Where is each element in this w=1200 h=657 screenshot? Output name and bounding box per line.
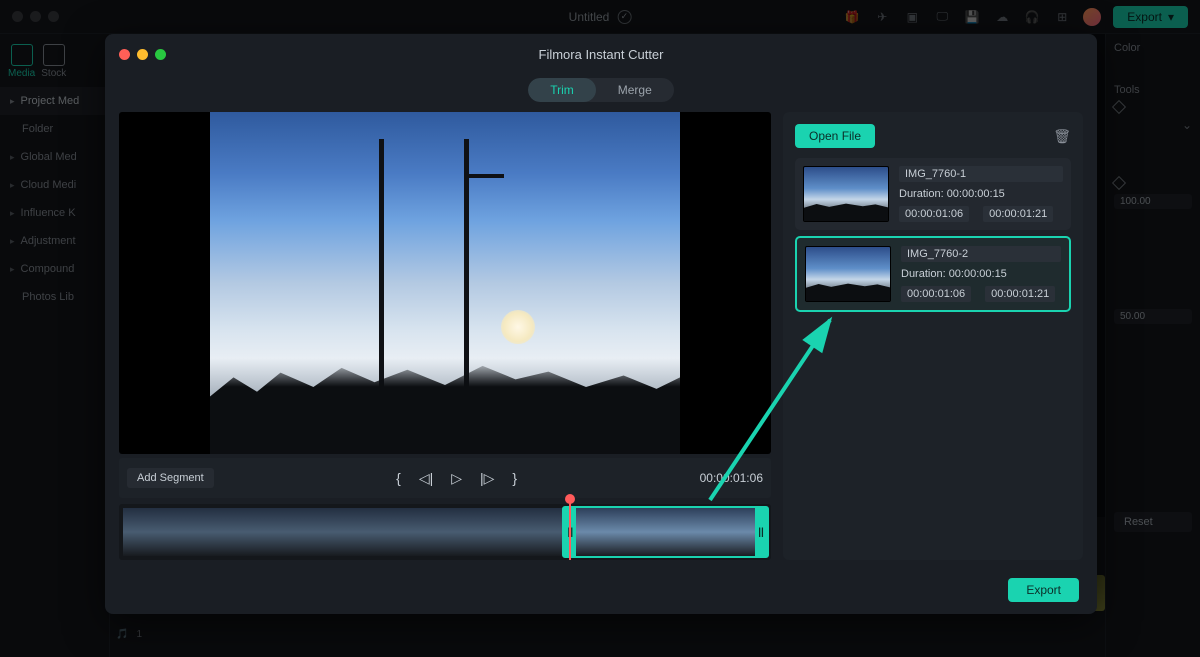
clip-duration: Duration: 00:00:00:15 [899,188,1063,200]
clip-in: 00:00:01:06 [899,206,969,222]
clip-out: 00:00:01:21 [983,206,1053,222]
clip-duration: Duration: 00:00:00:15 [901,268,1061,280]
modal-export-button[interactable]: Export [1008,578,1079,602]
add-segment-button[interactable]: Add Segment [127,468,214,488]
modal-title: Filmora Instant Cutter [539,47,664,62]
trash-icon[interactable]: 🗑 [1053,128,1071,145]
tab-trim[interactable]: Trim [528,78,596,102]
modal-window-controls[interactable] [119,49,166,60]
clip-name: IMG_7760-1 [899,166,1063,182]
clip-thumbnail [805,246,891,302]
clip-out: 00:00:01:21 [985,286,1055,302]
play-icon[interactable]: ▷ [451,470,462,487]
open-file-button[interactable]: Open File [795,124,875,148]
clip-name: IMG_7760-2 [901,246,1061,262]
filmstrip[interactable]: || || [119,504,771,560]
prev-frame-icon[interactable]: ◁| [419,470,433,487]
clip-card-2[interactable]: IMG_7760-2 Duration: 00:00:00:15 00:00:0… [795,236,1071,312]
selection-range[interactable]: || || [562,506,769,558]
video-preview[interactable] [119,112,771,454]
mode-segment: Trim Merge [528,78,674,102]
clip-thumbnail [803,166,889,222]
timecode: 00:00:01:06 [700,471,763,485]
tab-merge[interactable]: Merge [596,78,674,102]
range-right-handle[interactable]: || [755,508,767,556]
bracket-close-icon[interactable]: } [512,470,517,487]
playhead[interactable] [569,498,571,560]
bracket-open-icon[interactable]: { [396,470,401,487]
clip-card-1[interactable]: IMG_7760-1 Duration: 00:00:00:15 00:00:0… [795,158,1071,230]
next-frame-icon[interactable]: |▷ [480,470,494,487]
instant-cutter-modal: Filmora Instant Cutter Trim Merge Add Se… [105,34,1097,614]
clip-in: 00:00:01:06 [901,286,971,302]
